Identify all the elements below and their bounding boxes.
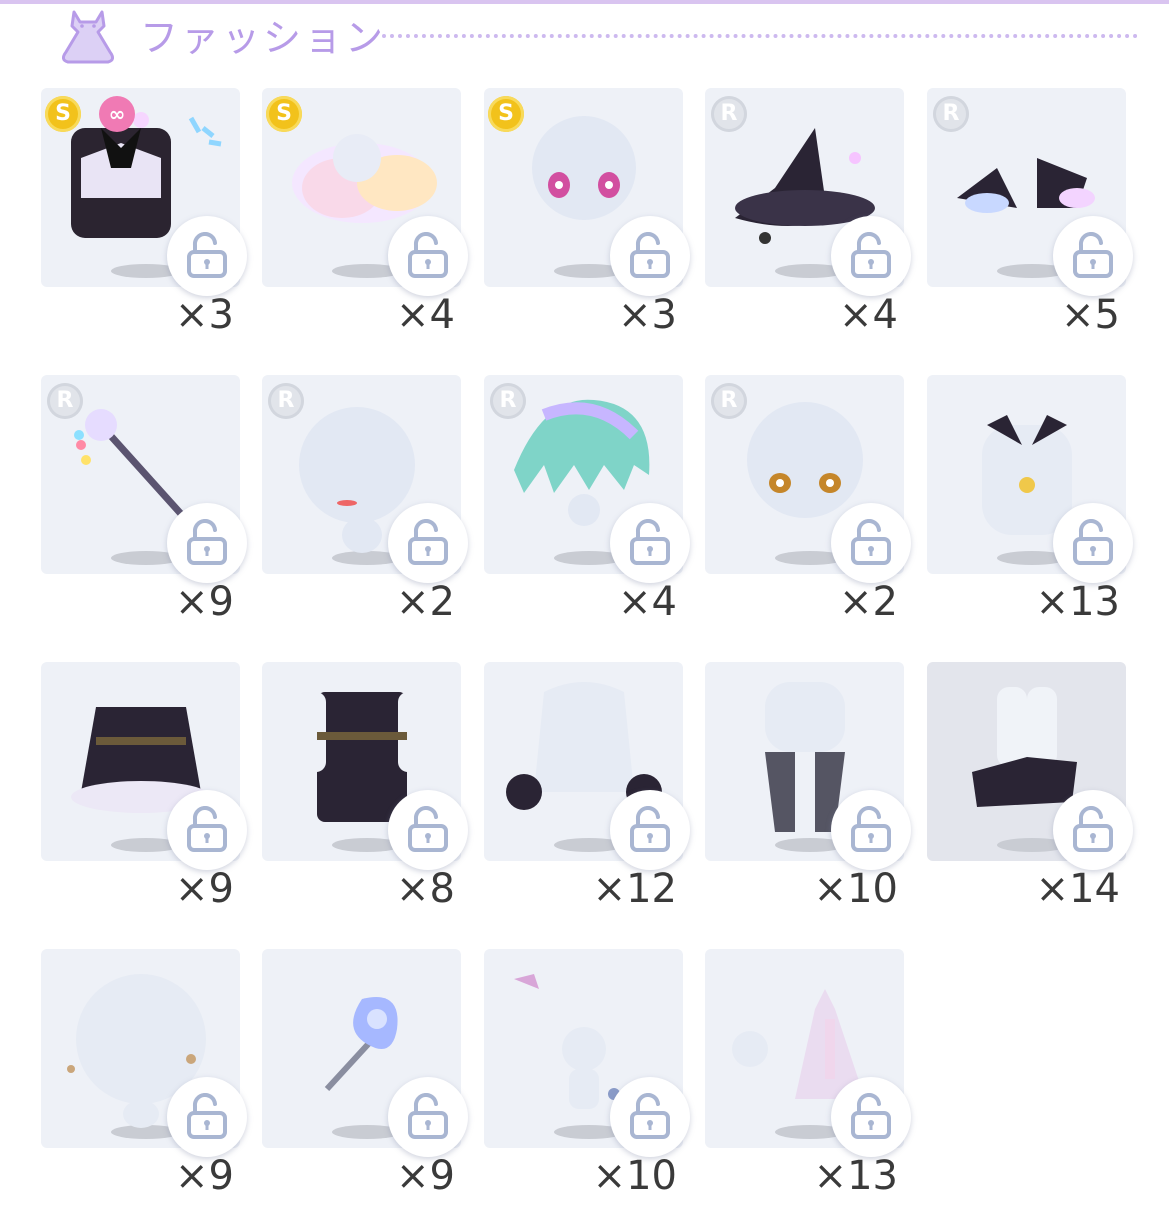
- fashion-item-card[interactable]: S ×4: [262, 88, 468, 360]
- item-count: ×13: [1035, 579, 1120, 625]
- unlock-icon: [630, 232, 670, 278]
- unlock-button[interactable]: [167, 1077, 247, 1157]
- rarity-s-badge: S: [488, 96, 524, 132]
- item-count: ×5: [1061, 292, 1120, 338]
- item-count: ×13: [813, 1153, 898, 1199]
- unlock-icon: [408, 232, 448, 278]
- special-infinity-badge: ∞: [99, 96, 135, 132]
- item-count: ×10: [592, 1153, 677, 1199]
- fashion-item-card[interactable]: ×9: [41, 662, 247, 934]
- fashion-item-card[interactable]: S ∞ ×3: [41, 88, 247, 360]
- rarity-r-badge: R: [711, 96, 747, 132]
- unlock-icon: [408, 1093, 448, 1139]
- rarity-s-badge: S: [266, 96, 302, 132]
- rarity-r-badge: R: [268, 383, 304, 419]
- rarity-r-badge: R: [933, 96, 969, 132]
- fashion-item-card[interactable]: R ×9: [41, 375, 247, 647]
- item-count: ×8: [396, 866, 455, 912]
- unlock-button[interactable]: [610, 503, 690, 583]
- fashion-item-card[interactable]: R ×5: [927, 88, 1133, 360]
- item-count: ×4: [839, 292, 898, 338]
- fashion-item-card[interactable]: R ×4: [484, 375, 690, 647]
- unlock-icon: [187, 1093, 227, 1139]
- top-border: [0, 0, 1169, 4]
- unlock-button[interactable]: [167, 790, 247, 870]
- unlock-icon: [851, 519, 891, 565]
- fashion-item-card[interactable]: ×9: [41, 949, 247, 1221]
- fashion-item-card[interactable]: ×13: [927, 375, 1133, 647]
- fashion-item-card[interactable]: ×14: [927, 662, 1133, 934]
- item-count: ×9: [175, 579, 234, 625]
- unlock-button[interactable]: [388, 503, 468, 583]
- fashion-item-card[interactable]: ×12: [484, 662, 690, 934]
- dress-icon: [61, 10, 115, 64]
- fashion-item-card[interactable]: ×13: [705, 949, 911, 1221]
- unlock-icon: [187, 232, 227, 278]
- fashion-item-card[interactable]: R ×2: [262, 375, 468, 647]
- fashion-item-card[interactable]: R ×4: [705, 88, 911, 360]
- item-count: ×10: [813, 866, 898, 912]
- unlock-icon: [1073, 232, 1113, 278]
- unlock-icon: [851, 806, 891, 852]
- unlock-icon: [851, 1093, 891, 1139]
- unlock-button[interactable]: [167, 503, 247, 583]
- fashion-item-card[interactable]: ×9: [262, 949, 468, 1221]
- unlock-icon: [187, 806, 227, 852]
- rarity-s-badge: S: [45, 96, 81, 132]
- unlock-icon: [851, 232, 891, 278]
- item-count: ×2: [396, 579, 455, 625]
- unlock-icon: [630, 519, 670, 565]
- section-title: ファッション: [140, 16, 387, 60]
- unlock-icon: [408, 519, 448, 565]
- unlock-button[interactable]: [610, 790, 690, 870]
- item-count: ×3: [175, 292, 234, 338]
- item-count: ×14: [1035, 866, 1120, 912]
- fashion-item-card[interactable]: S ×3: [484, 88, 690, 360]
- fashion-item-card[interactable]: R ×2: [705, 375, 911, 647]
- unlock-button[interactable]: [610, 1077, 690, 1157]
- unlock-button[interactable]: [388, 216, 468, 296]
- item-count: ×4: [618, 579, 677, 625]
- dotted-divider: [382, 34, 1138, 38]
- item-count: ×9: [175, 1153, 234, 1199]
- unlock-button[interactable]: [831, 216, 911, 296]
- unlock-button[interactable]: [1053, 216, 1133, 296]
- unlock-icon: [187, 519, 227, 565]
- unlock-icon: [630, 806, 670, 852]
- fashion-item-card[interactable]: ×8: [262, 662, 468, 934]
- unlock-button[interactable]: [388, 790, 468, 870]
- unlock-button[interactable]: [610, 216, 690, 296]
- item-count: ×2: [839, 579, 898, 625]
- item-count: ×12: [592, 866, 677, 912]
- item-count: ×9: [175, 866, 234, 912]
- unlock-button[interactable]: [1053, 790, 1133, 870]
- item-count: ×9: [396, 1153, 455, 1199]
- unlock-button[interactable]: [831, 503, 911, 583]
- fashion-item-card[interactable]: ×10: [705, 662, 911, 934]
- unlock-button[interactable]: [167, 216, 247, 296]
- unlock-button[interactable]: [831, 790, 911, 870]
- unlock-button[interactable]: [831, 1077, 911, 1157]
- fashion-item-card[interactable]: ×10: [484, 949, 690, 1221]
- unlock-icon: [1073, 806, 1113, 852]
- rarity-r-badge: R: [711, 383, 747, 419]
- unlock-button[interactable]: [388, 1077, 468, 1157]
- unlock-icon: [408, 806, 448, 852]
- unlock-icon: [630, 1093, 670, 1139]
- item-count: ×4: [396, 292, 455, 338]
- rarity-r-badge: R: [47, 383, 83, 419]
- rarity-r-badge: R: [490, 383, 526, 419]
- item-count: ×3: [618, 292, 677, 338]
- section-header: ファッション: [52, 8, 1142, 68]
- unlock-button[interactable]: [1053, 503, 1133, 583]
- unlock-icon: [1073, 519, 1113, 565]
